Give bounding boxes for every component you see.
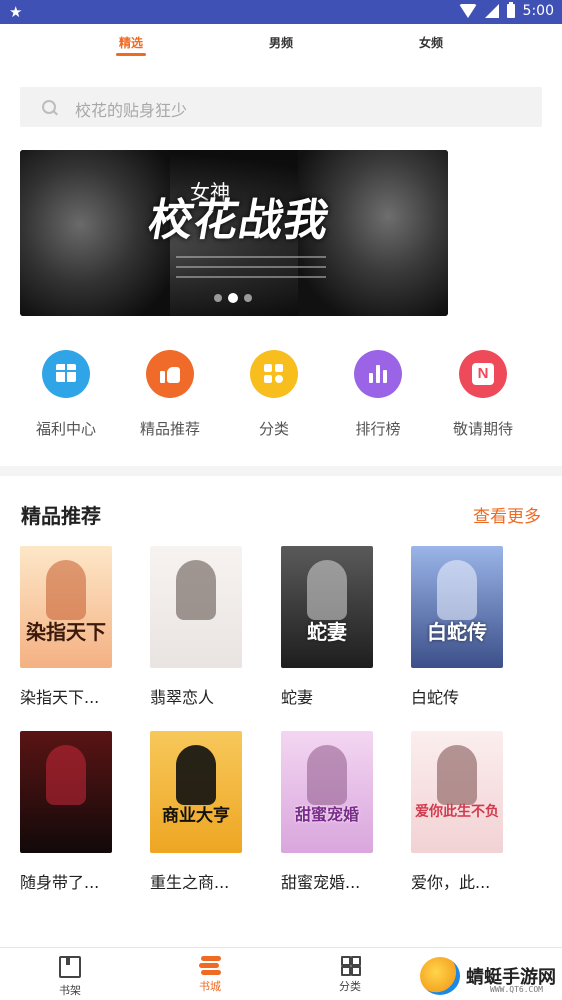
- entry-recommended[interactable]: 精品推荐: [120, 350, 220, 439]
- book-title: 白蛇传: [411, 688, 460, 707]
- book-cover: 染指天下: [20, 546, 112, 668]
- dragonfly-logo-icon: [420, 957, 460, 995]
- book-card[interactable]: 翡翠恋人: [150, 546, 242, 708]
- book-card[interactable]: 甜蜜宠婚 甜蜜宠婚...: [281, 731, 373, 893]
- bookshelf-icon: [59, 956, 81, 978]
- carousel-dot[interactable]: [228, 293, 238, 303]
- bookstore-icon: [199, 956, 221, 975]
- channel-tabs: 精选 男频 女频: [0, 24, 562, 64]
- tab-male[interactable]: 男频: [269, 34, 293, 51]
- book-card[interactable]: 染指天下 染指天下...: [20, 546, 112, 708]
- book-cover: 商业大亨: [150, 731, 242, 853]
- watermark: 蜻蜓手游网 WWW.QT6.COM: [420, 955, 562, 999]
- book-title: 爱你，此...: [411, 873, 491, 892]
- tab-featured[interactable]: 精选: [119, 34, 143, 51]
- book-cover: 甜蜜宠婚: [281, 731, 373, 853]
- section-title: 精品推荐: [21, 504, 101, 528]
- nav-label: 书架: [59, 984, 81, 997]
- search-bar[interactable]: 校花的贴身狂少: [20, 87, 542, 127]
- star-icon: ★: [9, 3, 23, 21]
- entry-label: 福利中心: [35, 420, 96, 438]
- book-card[interactable]: 蛇妻 蛇妻: [281, 546, 373, 708]
- thumbs-up-icon: [146, 350, 194, 398]
- book-cover: 蛇妻: [281, 546, 373, 668]
- book-title: 蛇妻: [281, 688, 314, 707]
- carousel-indicator: [214, 293, 252, 303]
- n-logo-icon: N: [459, 350, 507, 398]
- entry-welfare-center[interactable]: 福利中心: [16, 350, 116, 439]
- quick-entries: 福利中心 精品推荐 分类 排行榜 N 敬请期待: [0, 350, 562, 440]
- search-placeholder: 校花的贴身狂少: [75, 101, 188, 120]
- battery-icon: [506, 2, 515, 18]
- gift-icon: [42, 350, 90, 398]
- book-card[interactable]: 商业大亨 重生之商...: [150, 731, 242, 893]
- book-title: 染指天下...: [20, 688, 100, 707]
- carousel-dot[interactable]: [244, 294, 252, 302]
- entry-label: 分类: [258, 420, 289, 438]
- book-cover: [150, 546, 242, 668]
- book-title: 重生之商...: [150, 873, 230, 892]
- book-card[interactable]: 随身带了...: [20, 731, 112, 893]
- nav-label: 分类: [339, 980, 361, 993]
- entry-label: 精品推荐: [139, 420, 200, 438]
- entry-coming-soon[interactable]: N 敬请期待: [433, 350, 533, 439]
- bar-chart-icon: [354, 350, 402, 398]
- nav-label: 书城: [199, 980, 221, 993]
- wifi-icon: [458, 4, 477, 18]
- book-card[interactable]: 爱你此生不负 爱你，此...: [411, 731, 503, 893]
- banner-text-lines: [176, 256, 326, 286]
- section-divider: [0, 466, 562, 476]
- category-icon: [250, 350, 298, 398]
- book-title: 随身带了...: [20, 873, 100, 892]
- carousel-dot[interactable]: [214, 294, 222, 302]
- banner-carousel[interactable]: 女神 校花战我: [20, 150, 448, 316]
- book-cover: 爱你此生不负: [411, 731, 503, 853]
- active-tab-indicator: [116, 53, 146, 56]
- book-cover: [20, 731, 112, 853]
- watermark-url: WWW.QT6.COM: [490, 985, 543, 994]
- banner-title: 校花战我: [144, 195, 334, 246]
- book-cover: 白蛇传: [411, 546, 503, 668]
- entry-label: 敬请期待: [452, 420, 513, 438]
- search-icon: [42, 100, 56, 114]
- status-time: 5:00: [522, 3, 554, 19]
- nav-bookstore[interactable]: 书城: [170, 948, 250, 994]
- entry-ranking[interactable]: 排行榜: [328, 350, 428, 439]
- entry-category[interactable]: 分类: [224, 350, 324, 439]
- view-more-link[interactable]: 查看更多: [473, 502, 541, 527]
- book-title: 甜蜜宠婚...: [281, 873, 361, 892]
- signal-icon: [484, 4, 499, 18]
- tab-female[interactable]: 女频: [419, 34, 443, 51]
- nav-category[interactable]: 分类: [310, 948, 390, 994]
- entry-label: 排行榜: [355, 420, 401, 438]
- status-bar: ★ 5:00: [0, 0, 562, 24]
- book-title: 翡翠恋人: [150, 688, 215, 707]
- category-grid-icon: [341, 956, 361, 976]
- nav-bookshelf[interactable]: 书架: [30, 948, 110, 998]
- book-card[interactable]: 白蛇传 白蛇传: [411, 546, 503, 708]
